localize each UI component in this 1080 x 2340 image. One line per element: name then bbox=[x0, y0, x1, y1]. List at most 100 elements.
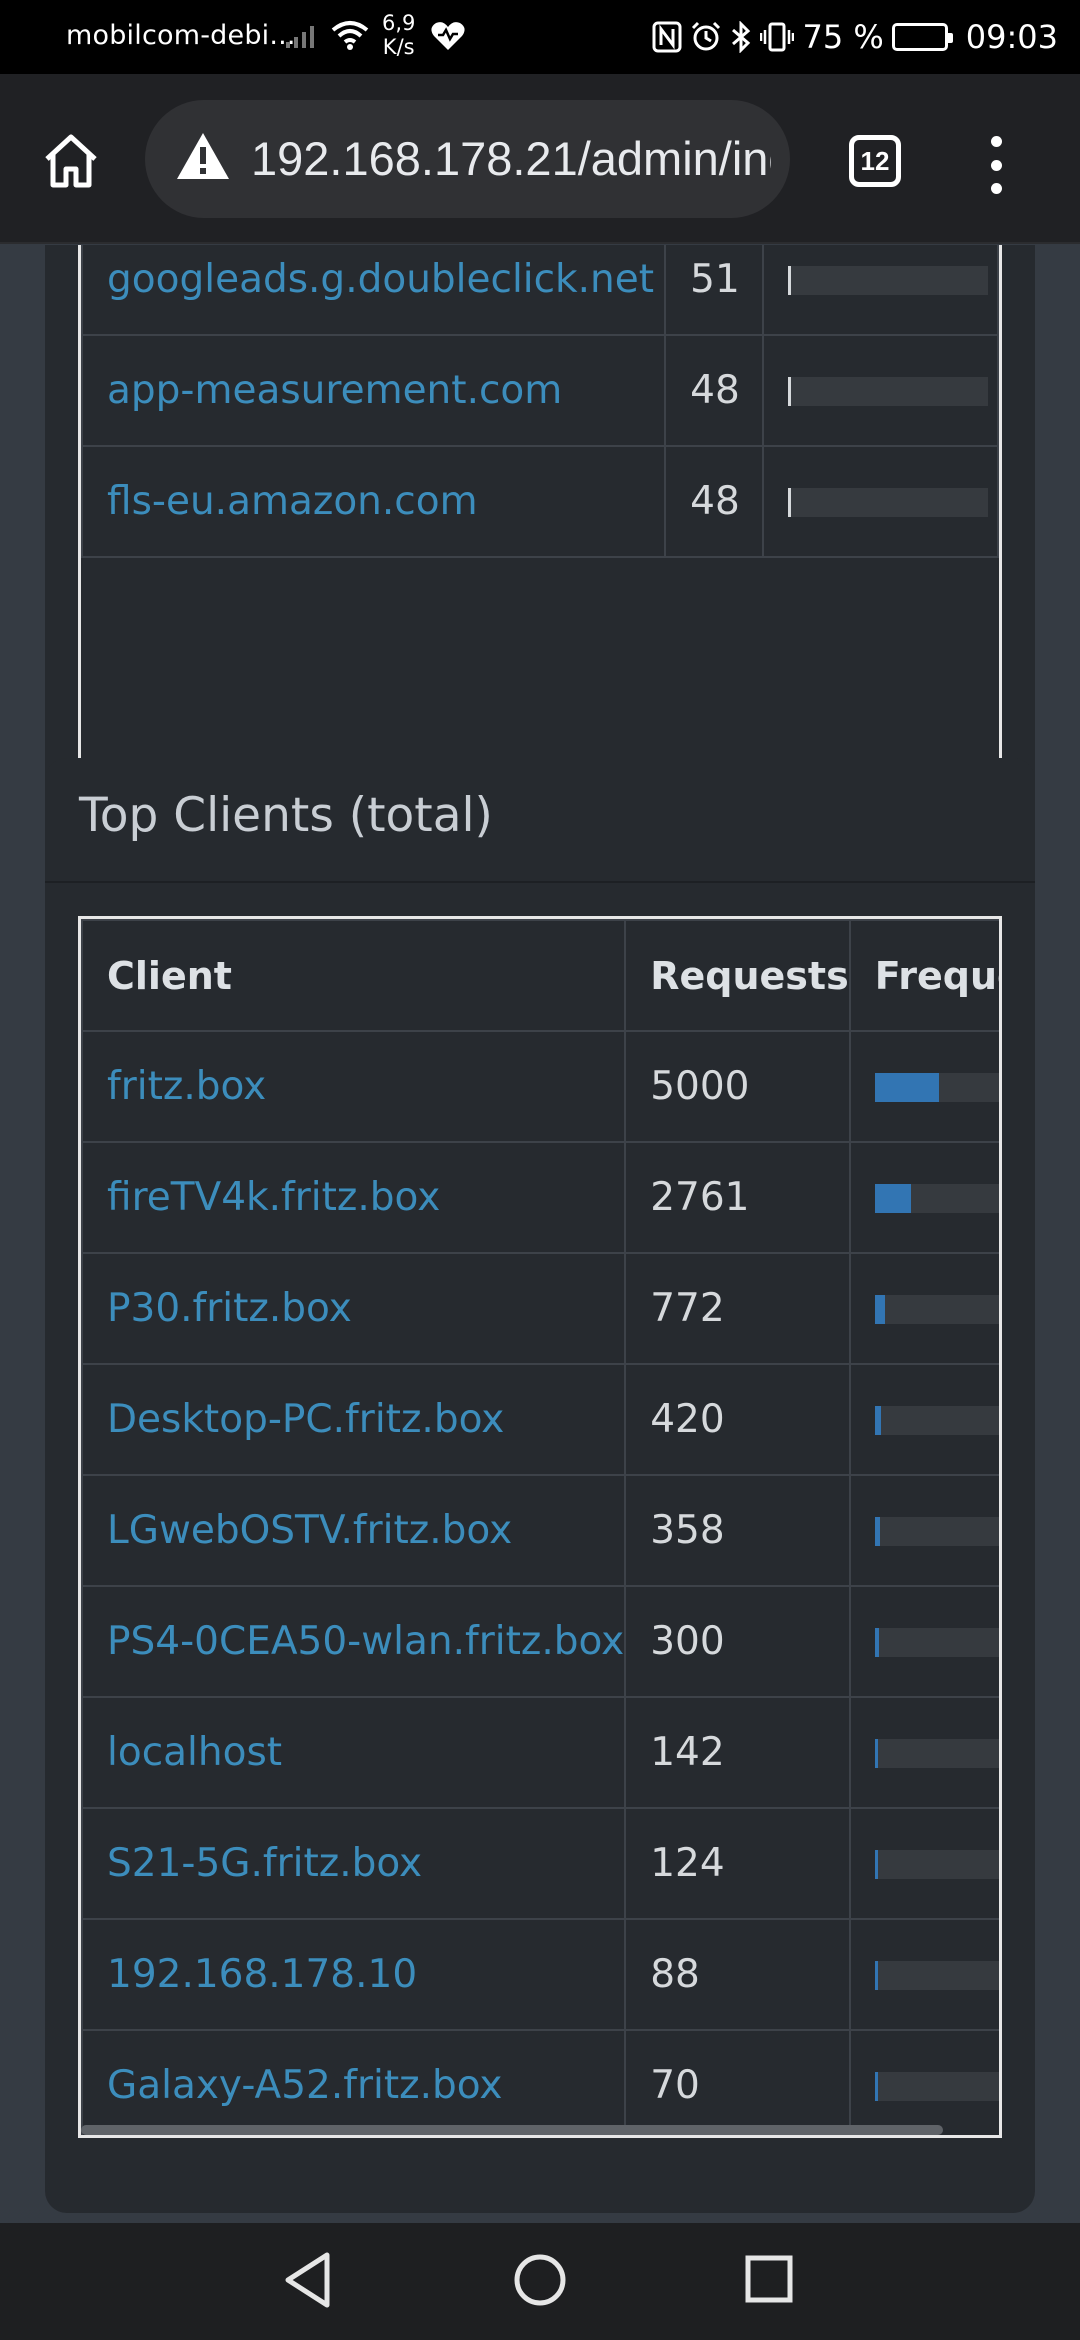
wifi-icon bbox=[330, 18, 370, 56]
requests-count: 5000 bbox=[624, 1030, 851, 1143]
frequency-bar-fill bbox=[874, 1961, 878, 1990]
frequency-bar bbox=[874, 1850, 999, 1879]
frequency-bar-fill bbox=[874, 2072, 878, 2101]
client-link[interactable]: P30.fritz.box bbox=[81, 1252, 627, 1365]
domain-link[interactable]: app-measurement.com bbox=[81, 334, 667, 447]
column-header-frequency[interactable]: Frequency bbox=[848, 919, 999, 1032]
box-title: Top Clients (total) bbox=[79, 788, 493, 843]
frequency-bar-fill bbox=[874, 1406, 881, 1435]
frequency-bar-fill bbox=[874, 1850, 878, 1879]
divider bbox=[45, 881, 1035, 883]
system-nav-bar bbox=[0, 2223, 1080, 2340]
frequency-bar-fill bbox=[874, 1517, 880, 1546]
home-icon[interactable] bbox=[36, 126, 106, 196]
table-row: googleads.g.doubleclick.net 51 bbox=[81, 245, 999, 336]
status-bar: mobilcom-debi... 6,9 K/s 75 % 09:03 bbox=[0, 0, 1080, 74]
frequency-cell bbox=[848, 1141, 999, 1254]
table-row: fls-eu.amazon.com 48 bbox=[81, 445, 999, 558]
battery-percent: 75 % bbox=[802, 18, 884, 56]
domain-link[interactable]: googleads.g.doubleclick.net bbox=[81, 245, 667, 336]
battery-icon bbox=[891, 23, 953, 51]
table-row: localhost 142 bbox=[81, 1696, 999, 1809]
tab-switcher-button[interactable]: 12 bbox=[849, 135, 901, 187]
frequency-bar-fill bbox=[874, 1184, 911, 1213]
frequency-bar-fill bbox=[874, 1628, 879, 1657]
hits-count: 48 bbox=[664, 334, 764, 447]
domain-link[interactable]: fls-eu.amazon.com bbox=[81, 445, 667, 558]
nfc-icon bbox=[652, 21, 682, 53]
client-link[interactable]: LGwebOSTV.fritz.box bbox=[81, 1474, 627, 1587]
bluetooth-icon bbox=[730, 21, 752, 53]
frequency-bar bbox=[874, 1406, 999, 1435]
top-domains-table-wrapper[interactable]: googleads.g.doubleclick.net 51 app-measure… bbox=[78, 245, 1002, 815]
table-header-row: Client Requests Frequency bbox=[81, 919, 999, 1032]
frequency-cell bbox=[848, 2029, 999, 2135]
requests-count: 772 bbox=[624, 1252, 851, 1365]
clock: 09:03 bbox=[965, 18, 1058, 56]
client-link[interactable]: fireTV4k.fritz.box bbox=[81, 1141, 627, 1254]
heart-icon bbox=[430, 20, 466, 56]
frequency-bar bbox=[874, 1628, 999, 1657]
speed-value: 6,9 bbox=[382, 11, 416, 35]
back-icon[interactable] bbox=[283, 2251, 333, 2313]
frequency-bar bbox=[874, 1517, 999, 1546]
frequency-cell bbox=[848, 1585, 999, 1698]
address-bar[interactable]: 192.168.178.21/admin/index.php bbox=[145, 100, 790, 218]
table-row: Desktop-PC.fritz.box 420 bbox=[81, 1363, 999, 1476]
frequency-bar bbox=[874, 1739, 999, 1768]
frequency-bar bbox=[788, 266, 988, 295]
client-link[interactable]: Desktop-PC.fritz.box bbox=[81, 1363, 627, 1476]
top-clients-table-wrapper[interactable]: Client Requests Frequency fritz.box5000f… bbox=[78, 916, 1002, 2138]
requests-count: 300 bbox=[624, 1585, 851, 1698]
frequency-bar bbox=[874, 1295, 999, 1324]
frequency-bar bbox=[874, 1073, 999, 1102]
frequency-cell bbox=[762, 334, 999, 447]
frequency-bar-fill bbox=[874, 1073, 939, 1102]
requests-count: 142 bbox=[624, 1696, 851, 1809]
client-link[interactable]: PS4-0CEA50-wlan.fritz.box bbox=[81, 1585, 627, 1698]
frequency-bar-fill bbox=[788, 266, 791, 295]
client-link[interactable]: fritz.box bbox=[81, 1030, 627, 1143]
frequency-cell bbox=[848, 1696, 999, 1809]
page-content[interactable]: googleads.g.doubleclick.net 51 app-measure… bbox=[0, 245, 1080, 2223]
table-row: PS4-0CEA50-wlan.fritz.box 300 bbox=[81, 1585, 999, 1698]
top-clients-box: Top Clients (total) Client Requests Freq… bbox=[45, 758, 1035, 2213]
status-right: 75 % 09:03 bbox=[652, 14, 1058, 60]
frequency-bar-fill bbox=[788, 377, 791, 406]
more-vert-icon[interactable] bbox=[978, 130, 1014, 200]
frequency-bar-fill bbox=[874, 1739, 878, 1768]
table-row: S21-5G.fritz.box 124 bbox=[81, 1807, 999, 1920]
client-link[interactable]: 192.168.178.10 bbox=[81, 1918, 627, 2031]
frequency-cell bbox=[848, 1474, 999, 1587]
client-link[interactable]: Galaxy-A52.fritz.box bbox=[81, 2029, 627, 2135]
frequency-cell bbox=[848, 1030, 999, 1143]
table-row: 192.168.178.10 88 bbox=[81, 1918, 999, 2031]
vibrate-icon bbox=[760, 21, 795, 53]
table-row: Galaxy-A52.fritz.box 70 bbox=[81, 2029, 999, 2135]
signal-icon bbox=[284, 20, 320, 54]
horizontal-scrollbar[interactable] bbox=[81, 2125, 943, 2135]
client-link[interactable]: localhost bbox=[81, 1696, 627, 1809]
column-header-requests[interactable]: Requests bbox=[624, 919, 851, 1032]
home-circle-icon[interactable] bbox=[512, 2251, 568, 2313]
table-row: P30.fritz.box 772 bbox=[81, 1252, 999, 1365]
requests-count: 70 bbox=[624, 2029, 851, 2135]
frequency-cell bbox=[762, 245, 999, 336]
warning-icon[interactable] bbox=[175, 130, 231, 186]
column-header-client[interactable]: Client bbox=[81, 919, 627, 1032]
frequency-cell bbox=[848, 1252, 999, 1365]
recents-icon[interactable] bbox=[743, 2251, 797, 2313]
speed-unit: K/s bbox=[382, 35, 415, 59]
alarm-icon bbox=[690, 21, 722, 53]
requests-count: 2761 bbox=[624, 1141, 851, 1254]
table-row: LGwebOSTV.fritz.box 358 bbox=[81, 1474, 999, 1587]
network-speed: 6,9 K/s bbox=[382, 11, 415, 59]
client-link[interactable]: S21-5G.fritz.box bbox=[81, 1807, 627, 1920]
carrier-name: mobilcom-debi... bbox=[66, 20, 296, 51]
requests-count: 420 bbox=[624, 1363, 851, 1476]
frequency-bar bbox=[874, 1184, 999, 1213]
frequency-bar-fill bbox=[788, 488, 791, 517]
requests-count: 88 bbox=[624, 1918, 851, 2031]
url-text[interactable]: 192.168.178.21/admin/index.php bbox=[251, 131, 771, 186]
frequency-bar bbox=[788, 377, 988, 406]
